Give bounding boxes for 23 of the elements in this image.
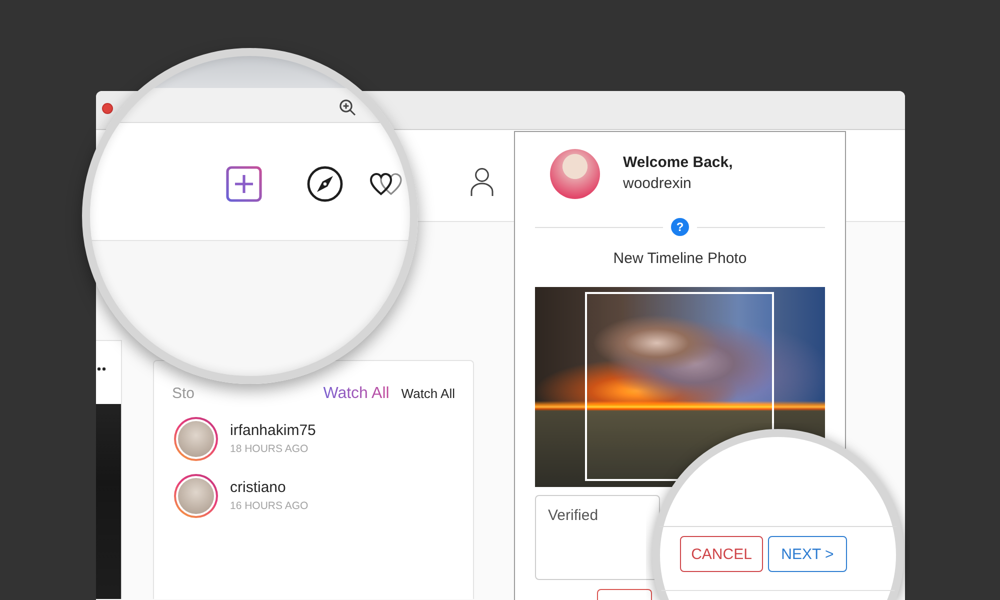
plus-square-icon[interactable] <box>226 166 262 202</box>
more-icon[interactable] <box>97 367 106 371</box>
story-username: irfanhakim75 <box>230 422 316 440</box>
next-button[interactable]: NEXT > <box>768 536 847 572</box>
story-time: 18 HOURS AGO <box>230 442 308 456</box>
close-icon[interactable] <box>102 103 113 114</box>
welcome-title: Welcome Back, <box>623 153 733 173</box>
avatar <box>550 149 600 199</box>
username: woodrexin <box>623 174 692 194</box>
user-icon[interactable] <box>470 167 494 197</box>
zoom-in-icon[interactable] <box>339 99 356 116</box>
watch-all-link[interactable]: Watch All <box>401 385 455 403</box>
stories-heading: Sto <box>172 385 195 402</box>
panel-title: New Timeline Photo <box>613 250 747 268</box>
help-badge[interactable]: ? <box>671 218 689 236</box>
outline-button[interactable] <box>597 589 652 600</box>
story-avatar[interactable] <box>174 417 218 461</box>
compass-icon[interactable] <box>307 166 343 202</box>
story-time: 16 HOURS AGO <box>230 499 308 513</box>
story-username: cristiano <box>230 479 286 497</box>
cancel-button[interactable]: CANCEL <box>680 536 763 572</box>
story-avatar[interactable] <box>174 474 218 518</box>
heart-icon[interactable] <box>370 171 402 197</box>
